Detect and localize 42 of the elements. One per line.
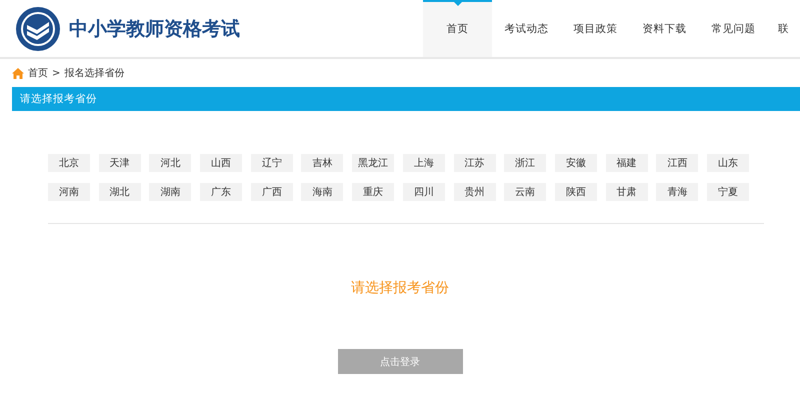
province-button[interactable]: 广东 (200, 183, 242, 201)
province-button[interactable]: 安徽 (554, 154, 597, 172)
province-button[interactable]: 海南 (301, 183, 344, 201)
province-button[interactable]: 山西 (200, 154, 242, 172)
nav-tab[interactable]: 考试动态 (492, 0, 561, 57)
province-button[interactable]: 天津 (98, 154, 141, 172)
province-button[interactable]: 重庆 (352, 183, 394, 201)
section-title-bar: 请选择报考省份 (12, 87, 800, 111)
breadcrumb-separator: > (52, 68, 60, 78)
nav-tab[interactable]: 资料下载 (630, 0, 699, 57)
province-button[interactable]: 贵州 (454, 183, 496, 201)
province-button[interactable]: 江苏 (454, 154, 496, 172)
province-button[interactable]: 甘肃 (606, 183, 648, 201)
province-button[interactable]: 青海 (656, 183, 698, 201)
province-button[interactable]: 河北 (149, 154, 192, 172)
province-button[interactable]: 福建 (606, 154, 648, 172)
nav-tab[interactable]: 常见问题 (699, 0, 768, 57)
province-button[interactable]: 北京 (48, 154, 90, 172)
province-button[interactable]: 四川 (402, 183, 445, 201)
province-button[interactable]: 辽宁 (250, 154, 293, 172)
breadcrumb-item[interactable]: 首页 (28, 66, 48, 80)
province-button[interactable]: 河南 (48, 183, 90, 201)
province-button[interactable]: 宁夏 (706, 183, 749, 201)
province-button[interactable]: 浙江 (504, 154, 546, 172)
logo-icon (15, 6, 61, 52)
province-button[interactable]: 江西 (656, 154, 698, 172)
nav-tab[interactable]: 首页 (423, 0, 492, 57)
province-button[interactable]: 湖北 (98, 183, 141, 201)
prompt-text: 请选择报考省份 (350, 279, 450, 297)
home-icon (12, 68, 24, 78)
breadcrumb-item: 报名选择省份 (64, 66, 124, 80)
province-button[interactable]: 山东 (706, 154, 749, 172)
province-button[interactable]: 湖南 (149, 183, 192, 201)
province-button[interactable]: 黑龙江 (352, 154, 394, 172)
nav-tab[interactable]: 联 (768, 0, 800, 57)
province-button[interactable]: 广西 (250, 183, 293, 201)
province-button[interactable]: 陕西 (554, 183, 597, 201)
province-button[interactable]: 上海 (402, 154, 445, 172)
nav-tab[interactable]: 项目政策 (561, 0, 630, 57)
province-button[interactable]: 云南 (504, 183, 546, 201)
province-button[interactable]: 吉林 (301, 154, 344, 172)
site-title: 中小学教师资格考试 (69, 16, 240, 42)
